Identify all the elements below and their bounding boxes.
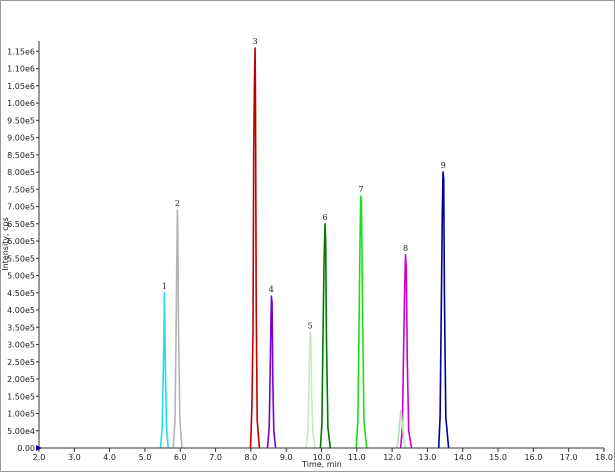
- x-tick-label: 14.0: [454, 453, 472, 462]
- x-tick-label: 15.0: [489, 453, 507, 462]
- peak-label: 1: [162, 282, 167, 291]
- y-tick-label: 9.00e5: [7, 134, 35, 143]
- y-tick-label: 2.00e5: [7, 375, 35, 384]
- x-tick-label: 18.0: [595, 453, 613, 462]
- peak-label: 9: [441, 161, 446, 170]
- y-tick-label: 3.00e5: [7, 341, 35, 350]
- x-tick-label: 12.0: [383, 453, 401, 462]
- x-tick-label: 3.0: [68, 453, 81, 462]
- y-tick-label: 4.50e5: [7, 289, 35, 298]
- x-axis-title: Time, min: [301, 460, 342, 469]
- peak-label: 8: [403, 244, 408, 253]
- y-tick-label: 1.05e6: [7, 82, 35, 91]
- peak-label: 7: [359, 185, 364, 194]
- y-tick-label: 5.00e4: [7, 427, 35, 436]
- y-tick-label: 1.00e6: [7, 99, 35, 108]
- x-tick-label: 11.0: [348, 453, 366, 462]
- x-tick-label: 8.0: [245, 453, 258, 462]
- y-tick-label: 7.50e5: [7, 185, 35, 194]
- x-tick-label: 16.0: [524, 453, 542, 462]
- x-tick-label: 2.0: [33, 453, 46, 462]
- y-tick-label: 1.50e5: [7, 392, 35, 401]
- chart-svg: 0.00 5.00e4 1.00e5 1.50e5 2.00e5 2.50e5 3.00e5…: [1, 37, 613, 469]
- y-tick-label: 9.50e5: [7, 116, 35, 125]
- x-tick-label: 7.0: [209, 453, 222, 462]
- y-tick-label: 3.50e5: [7, 323, 35, 332]
- y-tick-label: 2.50e5: [7, 358, 35, 367]
- y-axis-ticks: 0.00 5.00e4 1.00e5 1.50e5 2.00e5 2.50e5 3.00e5…: [7, 47, 39, 453]
- peak-labels: 1 2 3 4 5 6 7 8 9: [162, 37, 446, 331]
- y-tick-label: 1.10e6: [7, 65, 35, 74]
- chromatogram-chart: 0.00 5.00e4 1.00e5 1.50e5 2.00e5 2.50e5 3.00e5…: [0, 0, 615, 472]
- chromatogram-peak-4: [266, 295, 277, 449]
- chromatogram-peak-9: [437, 171, 450, 449]
- y-tick-label: 6.50e5: [7, 220, 35, 229]
- y-tick-label: 1.15e6: [7, 47, 35, 56]
- chromatogram-peak-7: [355, 195, 368, 449]
- y-tick-label: 5.50e5: [7, 254, 35, 263]
- y-tick-label: 8.00e5: [7, 168, 35, 177]
- x-tick-label: 4.0: [103, 453, 116, 462]
- x-tick-label: 9.0: [280, 453, 293, 462]
- chromatogram-peak-1: [159, 291, 169, 449]
- chromatogram-peak-3: [249, 47, 261, 449]
- peak-label: 5: [308, 321, 313, 330]
- chromatogram-peak-2: [172, 209, 183, 449]
- y-tick-label: 1.00e5: [7, 410, 35, 419]
- chromatogram-peak-5: [305, 331, 316, 449]
- y-tick-label: 7.00e5: [7, 203, 35, 212]
- x-tick-label: 13.0: [419, 453, 437, 462]
- peak-label: 4: [269, 285, 274, 294]
- peak-label: 3: [253, 37, 258, 46]
- y-tick-label: 0.00: [17, 444, 35, 453]
- x-tick-label: 6.0: [174, 453, 187, 462]
- y-tick-label: 8.50e5: [7, 151, 35, 160]
- peak-label: 6: [322, 213, 327, 222]
- y-tick-label: 5.00e5: [7, 272, 35, 281]
- y-tick-label: 6.00e5: [7, 237, 35, 246]
- y-tick-label: 4.00e5: [7, 306, 35, 315]
- chromatogram-peak-6: [319, 223, 332, 449]
- y-axis-title: Intensity, cps: [1, 217, 10, 271]
- peak-label: 2: [175, 199, 180, 208]
- x-tick-label: 5.0: [139, 453, 152, 462]
- x-tick-label: 17.0: [560, 453, 578, 462]
